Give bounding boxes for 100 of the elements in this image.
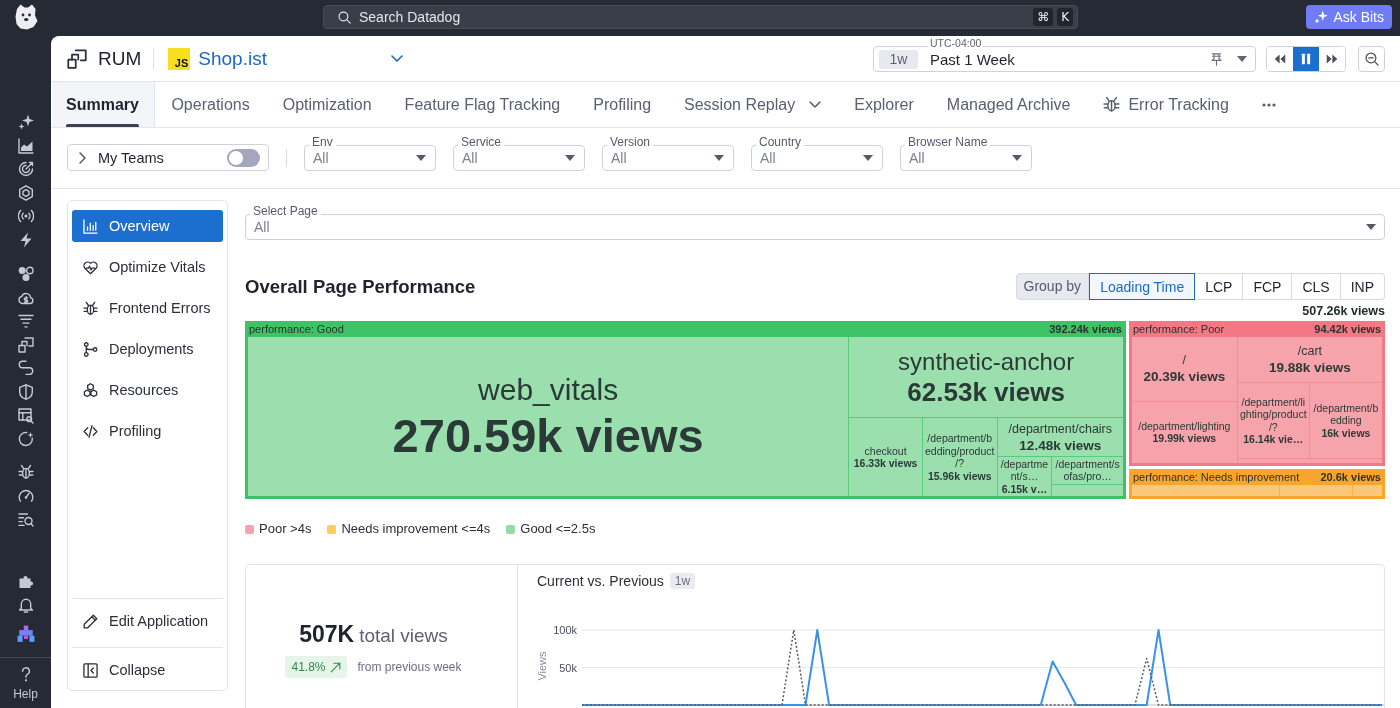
side-footer-item[interactable]: Edit Application xyxy=(72,605,223,637)
filter-dropdown[interactable]: Version All xyxy=(602,135,734,171)
hexagon-icon[interactable] xyxy=(17,184,34,201)
pin-icon[interactable] xyxy=(1210,52,1223,66)
group-views: 94.42k views xyxy=(1314,323,1381,335)
tab[interactable]: Feature Flag Tracking xyxy=(388,82,577,127)
search-input[interactable]: Search Datadog xyxy=(355,7,1030,27)
tab[interactable]: Profiling xyxy=(576,82,668,127)
search-field[interactable]: Search Datadog ⌘ K xyxy=(323,5,1078,29)
heart-pulse-icon xyxy=(83,259,98,275)
pencil-icon xyxy=(83,613,98,629)
group-views: 392.24k views xyxy=(1049,323,1122,335)
duration-chip: 1w xyxy=(879,49,918,69)
total-unit: total views xyxy=(359,625,448,647)
help-label[interactable]: Help xyxy=(13,688,38,702)
group-label: performance: Good xyxy=(249,323,344,335)
caret-icon xyxy=(1366,224,1376,230)
my-teams-filter[interactable]: My Teams xyxy=(67,144,269,171)
filter-dropdown[interactable]: Country All xyxy=(751,135,883,171)
tab[interactable]: Error Tracking xyxy=(1086,82,1246,127)
search-icon xyxy=(338,10,351,24)
side-nav-item[interactable]: Optimize Vitals xyxy=(72,251,223,283)
tile-views: 12.48k views xyxy=(1019,436,1102,454)
tab[interactable]: Explorer xyxy=(837,82,931,127)
y-axis-label: Views xyxy=(536,651,548,681)
tab[interactable]: Managed Archive xyxy=(930,82,1087,127)
signal-icon[interactable] xyxy=(17,208,34,225)
side-nav-item[interactable]: Frontend Errors xyxy=(72,292,223,324)
side-footer-item[interactable]: Collapse xyxy=(72,654,223,686)
sparkle-icon xyxy=(1314,10,1329,24)
group-by-option[interactable]: CLS xyxy=(1292,273,1341,300)
app-selector[interactable]: JS Shop.ist xyxy=(168,47,405,70)
area-chart-icon[interactable] xyxy=(17,137,34,154)
s-curve-icon[interactable] xyxy=(17,360,34,377)
more-icon xyxy=(1261,102,1276,107)
tile-views: 19.88k views xyxy=(1268,359,1351,377)
zoom-out-button[interactable] xyxy=(1358,46,1385,72)
side-nav-item[interactable]: Overview xyxy=(72,210,223,242)
my-teams-toggle[interactable] xyxy=(227,148,260,167)
chevron-down-icon xyxy=(809,101,822,108)
side-nav-item[interactable]: Profiling xyxy=(72,415,223,447)
tile-label: / xyxy=(1182,352,1187,369)
squares-icon[interactable] xyxy=(17,336,34,353)
bug-icon[interactable] xyxy=(17,464,34,481)
ask-button[interactable]: Ask Bits xyxy=(1306,5,1392,29)
target-icon[interactable] xyxy=(17,161,34,178)
puzzle-icon[interactable] xyxy=(17,573,34,590)
pause-icon xyxy=(1300,53,1312,65)
tab[interactable]: Operations xyxy=(154,82,267,127)
tile-views: 270.59k views xyxy=(392,408,704,463)
tab[interactable]: Summary xyxy=(52,82,155,127)
side-nav-item[interactable]: Deployments xyxy=(72,333,223,365)
blocks-icon[interactable] xyxy=(16,625,35,644)
circles-icon[interactable] xyxy=(17,265,34,282)
forward-icon xyxy=(1326,53,1338,65)
branch-icon xyxy=(83,341,98,357)
caret-icon xyxy=(565,155,575,161)
list-search-icon[interactable] xyxy=(17,512,34,529)
tile-label: /department/bedding/product/? xyxy=(924,432,995,470)
shield-icon[interactable] xyxy=(17,383,34,400)
caret-icon xyxy=(1012,155,1022,161)
group-by-option[interactable]: INP xyxy=(1340,273,1385,300)
filter-dropdown[interactable]: Service All xyxy=(453,135,585,171)
tile-views: 62.53k views xyxy=(907,377,1065,408)
bell-icon[interactable] xyxy=(17,597,34,614)
pause-button[interactable] xyxy=(1293,47,1319,71)
app-name: Shop.ist xyxy=(198,47,267,70)
tile-views: 16.33k views xyxy=(853,457,918,470)
tile-label: synthetic-anchor xyxy=(898,347,1075,378)
rewind-icon xyxy=(1274,53,1286,65)
comparison-text: from previous week xyxy=(357,660,462,674)
tab[interactable]: Optimization xyxy=(266,82,389,127)
select-page-dropdown[interactable]: Select Page All xyxy=(245,204,1385,240)
caret-icon xyxy=(714,155,724,161)
group-by-option[interactable]: LCP xyxy=(1195,273,1244,300)
table-search-icon[interactable] xyxy=(17,407,34,424)
filter-lines-icon[interactable] xyxy=(17,313,34,330)
tile-views: 20.39k views xyxy=(1143,368,1226,386)
y-tick-label: 100k xyxy=(553,624,577,636)
circle-sparkle-icon[interactable] xyxy=(17,431,34,448)
group-label: performance: Poor xyxy=(1133,323,1225,335)
filter-dropdown[interactable]: Env All xyxy=(304,135,436,171)
legend-label: Needs improvement <=4s xyxy=(341,521,491,537)
tab[interactable]: Session Replay xyxy=(667,82,838,127)
caret-icon xyxy=(1237,56,1247,62)
legend-label: Poor >4s xyxy=(259,521,312,537)
side-nav-item[interactable]: Resources xyxy=(72,374,223,406)
tile-label: /department/s… xyxy=(999,457,1050,483)
group-by-label: Group by xyxy=(1015,273,1090,300)
filter-dropdown[interactable]: Browser Name All xyxy=(900,135,1032,171)
time-range-dropdown[interactable]: UTC-04:00 1w Past 1 Week xyxy=(873,37,1256,72)
chart-title: Current vs. Previous xyxy=(537,573,664,589)
tile-views: 16.14k vie… xyxy=(1243,433,1304,446)
gauge-icon[interactable] xyxy=(17,488,34,505)
tile-label: web_vitals xyxy=(478,371,619,408)
group-by-option[interactable]: Loading Time xyxy=(1089,273,1196,300)
caret-icon xyxy=(416,155,426,161)
chevron-down-icon xyxy=(391,55,404,62)
sparkle-icon[interactable] xyxy=(17,114,34,130)
group-by-option[interactable]: FCP xyxy=(1243,273,1293,300)
